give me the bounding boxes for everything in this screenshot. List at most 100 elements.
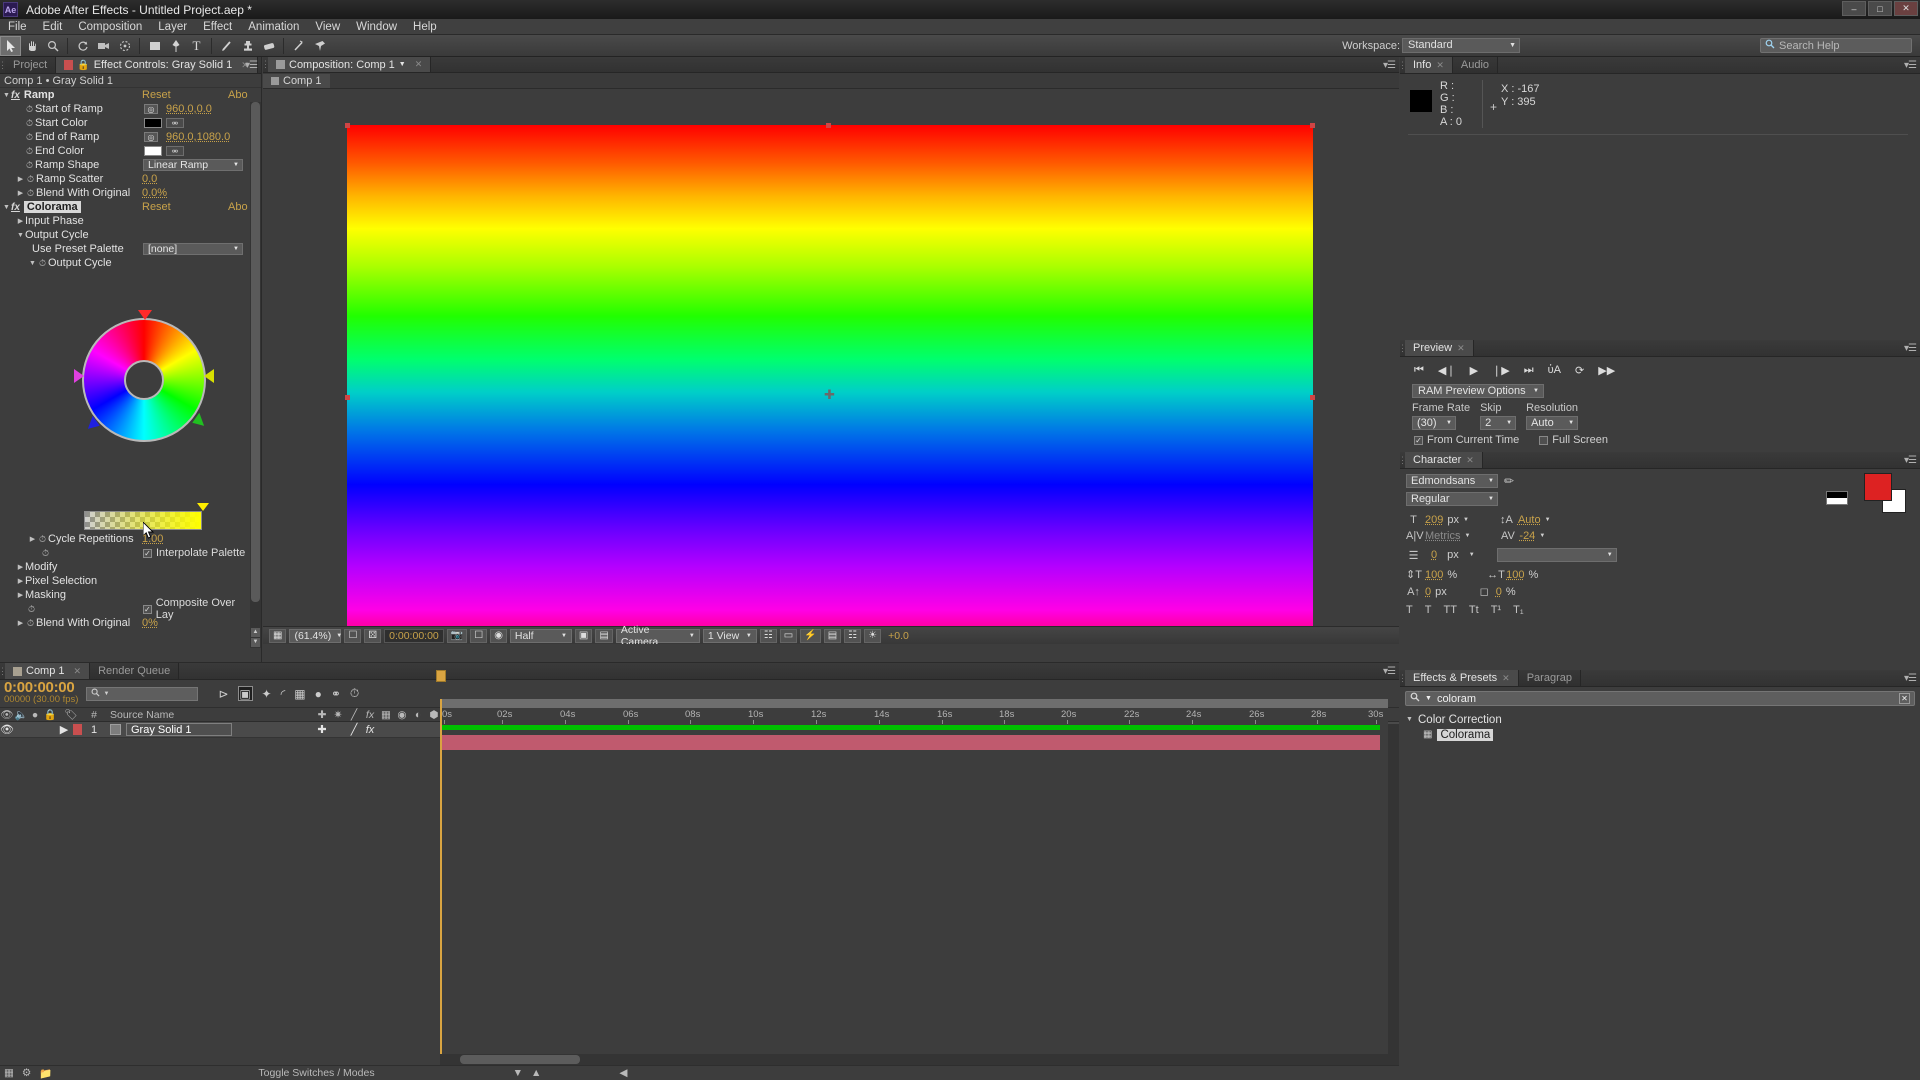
leading-field[interactable]: ↕A Auto ▼: [1499, 514, 1551, 526]
folder-icon[interactable]: 📁: [39, 1067, 52, 1080]
live-update-icon[interactable]: ⊳: [218, 687, 228, 701]
disclosure-triangle-icon[interactable]: [16, 577, 25, 585]
property-composite-over-layer[interactable]: ⏱ ✓ Composite Over Lay: [0, 597, 250, 621]
chevron-down-icon[interactable]: ▼: [1545, 517, 1551, 523]
timeline-work-area-bar[interactable]: [440, 699, 1388, 708]
last-frame-button[interactable]: ⏭: [1524, 364, 1534, 377]
point-picker-button[interactable]: ◎: [144, 104, 158, 114]
menu-layer[interactable]: Layer: [150, 19, 195, 35]
layer-motion-blur-switch[interactable]: [394, 722, 410, 737]
close-icon[interactable]: ✕: [74, 666, 82, 677]
color-stop-marker-left[interactable]: [74, 369, 84, 383]
horizontal-scale-field[interactable]: ↔T 100 %: [1487, 568, 1538, 581]
font-style-select[interactable]: Regular ▼: [1406, 492, 1498, 506]
property-blend-with-original-ramp[interactable]: ⏱ Blend With Original 0.0%: [0, 186, 261, 200]
checkbox-icon[interactable]: ✓: [143, 604, 152, 614]
current-time-indicator[interactable]: [436, 670, 446, 1080]
checkbox-icon[interactable]: [1539, 435, 1549, 445]
layer-handle-top-left[interactable]: [345, 123, 350, 128]
checkbox-icon[interactable]: ✓: [143, 548, 152, 558]
end-color-swatch[interactable]: [144, 146, 162, 156]
chevron-down-icon[interactable]: ▼: [1464, 533, 1470, 539]
close-button[interactable]: ✕: [1894, 1, 1918, 16]
checkbox-icon[interactable]: ✓: [1414, 435, 1423, 445]
camera-tool[interactable]: [93, 36, 114, 56]
stopwatch-icon[interactable]: ⏱: [24, 146, 35, 157]
stopwatch-icon[interactable]: ⏱: [37, 258, 48, 269]
current-time-indicator-head[interactable]: [436, 670, 446, 682]
panel-menu-icon[interactable]: ▾☰: [1383, 60, 1396, 71]
camera-select[interactable]: Active Camera ▼: [615, 624, 700, 644]
property-interpolate-palette[interactable]: ⏱ ✓ Interpolate Palette: [0, 546, 250, 560]
layer-handle-top-center[interactable]: [826, 123, 831, 128]
font-size-field[interactable]: T 209 px ▼: [1406, 514, 1469, 526]
disclosure-triangle-icon[interactable]: [2, 204, 11, 211]
tsume-field[interactable]: ◻ 0 %: [1477, 585, 1516, 599]
stopwatch-icon[interactable]: ⏱: [24, 132, 35, 143]
share-view-button[interactable]: ☷: [759, 628, 777, 643]
group-modify[interactable]: Modify: [0, 560, 250, 574]
chevron-down-icon[interactable]: ▼: [1463, 517, 1469, 523]
layer-label-color[interactable]: [70, 722, 84, 737]
view-layout-select[interactable]: 1 View ▼: [702, 628, 757, 643]
disclosure-triangle-icon[interactable]: [16, 232, 25, 239]
disclosure-triangle-icon[interactable]: [16, 217, 25, 225]
tab-render-queue[interactable]: Render Queue: [90, 663, 180, 679]
pen-tool[interactable]: [165, 36, 186, 56]
stopwatch-icon[interactable]: ⏱: [24, 160, 35, 171]
layer-adjustment-switch[interactable]: [410, 722, 426, 737]
property-value[interactable]: 960.0,0.0: [166, 103, 212, 115]
menu-animation[interactable]: Animation: [240, 19, 307, 35]
toggle-switches-modes-button[interactable]: Toggle Switches / Modes: [258, 1067, 374, 1079]
output-cycle-color-wheel[interactable]: [74, 310, 214, 446]
stopwatch-icon[interactable]: ⏱: [25, 174, 36, 185]
timeline-current-time[interactable]: 0:00:00:00: [4, 680, 78, 695]
menu-composition[interactable]: Composition: [70, 19, 150, 35]
property-use-preset-palette[interactable]: Use Preset Palette [none] ▼: [0, 242, 261, 256]
effect-header-colorama[interactable]: fx Colorama Reset Abo: [0, 200, 261, 214]
preset-palette-select[interactable]: [none] ▼: [143, 243, 243, 255]
leading-value[interactable]: Auto: [1518, 514, 1541, 526]
ramp-shape-select[interactable]: Linear Ramp ▼: [143, 159, 243, 171]
brainstorm-icon[interactable]: ●: [315, 687, 322, 701]
close-icon[interactable]: ✕: [415, 59, 423, 70]
disclosure-triangle-icon[interactable]: [1405, 716, 1414, 723]
property-cycle-repetitions[interactable]: ⏱ Cycle Repetitions 1.00: [0, 532, 250, 546]
tab-project[interactable]: Project: [5, 57, 57, 73]
pan-behind-tool[interactable]: [114, 36, 135, 56]
region-of-interest-toggle[interactable]: ▣: [574, 628, 593, 643]
shape-tool[interactable]: [144, 36, 165, 56]
horizontal-scale-value[interactable]: 100: [1506, 569, 1524, 581]
panel-menu-icon[interactable]: ▾☰: [245, 60, 258, 71]
tab-effect-controls[interactable]: 🔒 Effect Controls: Gray Solid 1 ✕: [56, 57, 258, 73]
panel-menu-icon[interactable]: ▾☰: [1904, 60, 1917, 71]
play-button[interactable]: ▶: [1470, 364, 1478, 377]
tab-character[interactable]: Character ✕: [1405, 452, 1483, 468]
toggle-transparency-grid-button[interactable]: ▦: [269, 628, 287, 643]
about-ramp-link[interactable]: Abo: [228, 89, 248, 101]
graph-editor-icon[interactable]: ⚭: [331, 687, 341, 701]
tab-comp1[interactable]: Comp 1 ✕: [5, 663, 91, 679]
exposure-value[interactable]: +0.0: [888, 630, 909, 642]
disclosure-triangle-icon[interactable]: [16, 189, 25, 197]
zoom-tool[interactable]: [42, 36, 63, 56]
layer-collapse-switch[interactable]: [330, 722, 346, 737]
layer-duration-bar[interactable]: [440, 735, 1380, 750]
disclosure-triangle-icon[interactable]: [16, 175, 25, 183]
fast-previews-button[interactable]: ⚡: [800, 628, 821, 643]
draft-3d-icon[interactable]: ▣: [237, 686, 253, 701]
choose-grid-guides-button[interactable]: ☐: [344, 628, 362, 643]
chevron-down-icon[interactable]: ▼: [399, 61, 406, 68]
close-icon[interactable]: ✕: [1502, 673, 1510, 684]
tracking-field[interactable]: AV -24 ▼: [1500, 530, 1545, 542]
panel-menu-icon[interactable]: ▾☰: [1904, 673, 1917, 684]
menu-effect[interactable]: Effect: [195, 19, 240, 35]
preview-resolution-select[interactable]: Auto ▼: [1526, 416, 1579, 430]
ram-preview-button[interactable]: ▶▶: [1598, 364, 1615, 377]
menu-edit[interactable]: Edit: [35, 19, 71, 35]
source-name-column-header[interactable]: Source Name: [104, 709, 314, 721]
anchor-point-icon[interactable]: ✚: [824, 387, 835, 403]
property-value[interactable]: 0.0%: [142, 187, 167, 199]
tab-info[interactable]: Info ✕: [1405, 57, 1453, 73]
ram-preview-options-select[interactable]: RAM Preview Options ▼: [1412, 384, 1544, 398]
